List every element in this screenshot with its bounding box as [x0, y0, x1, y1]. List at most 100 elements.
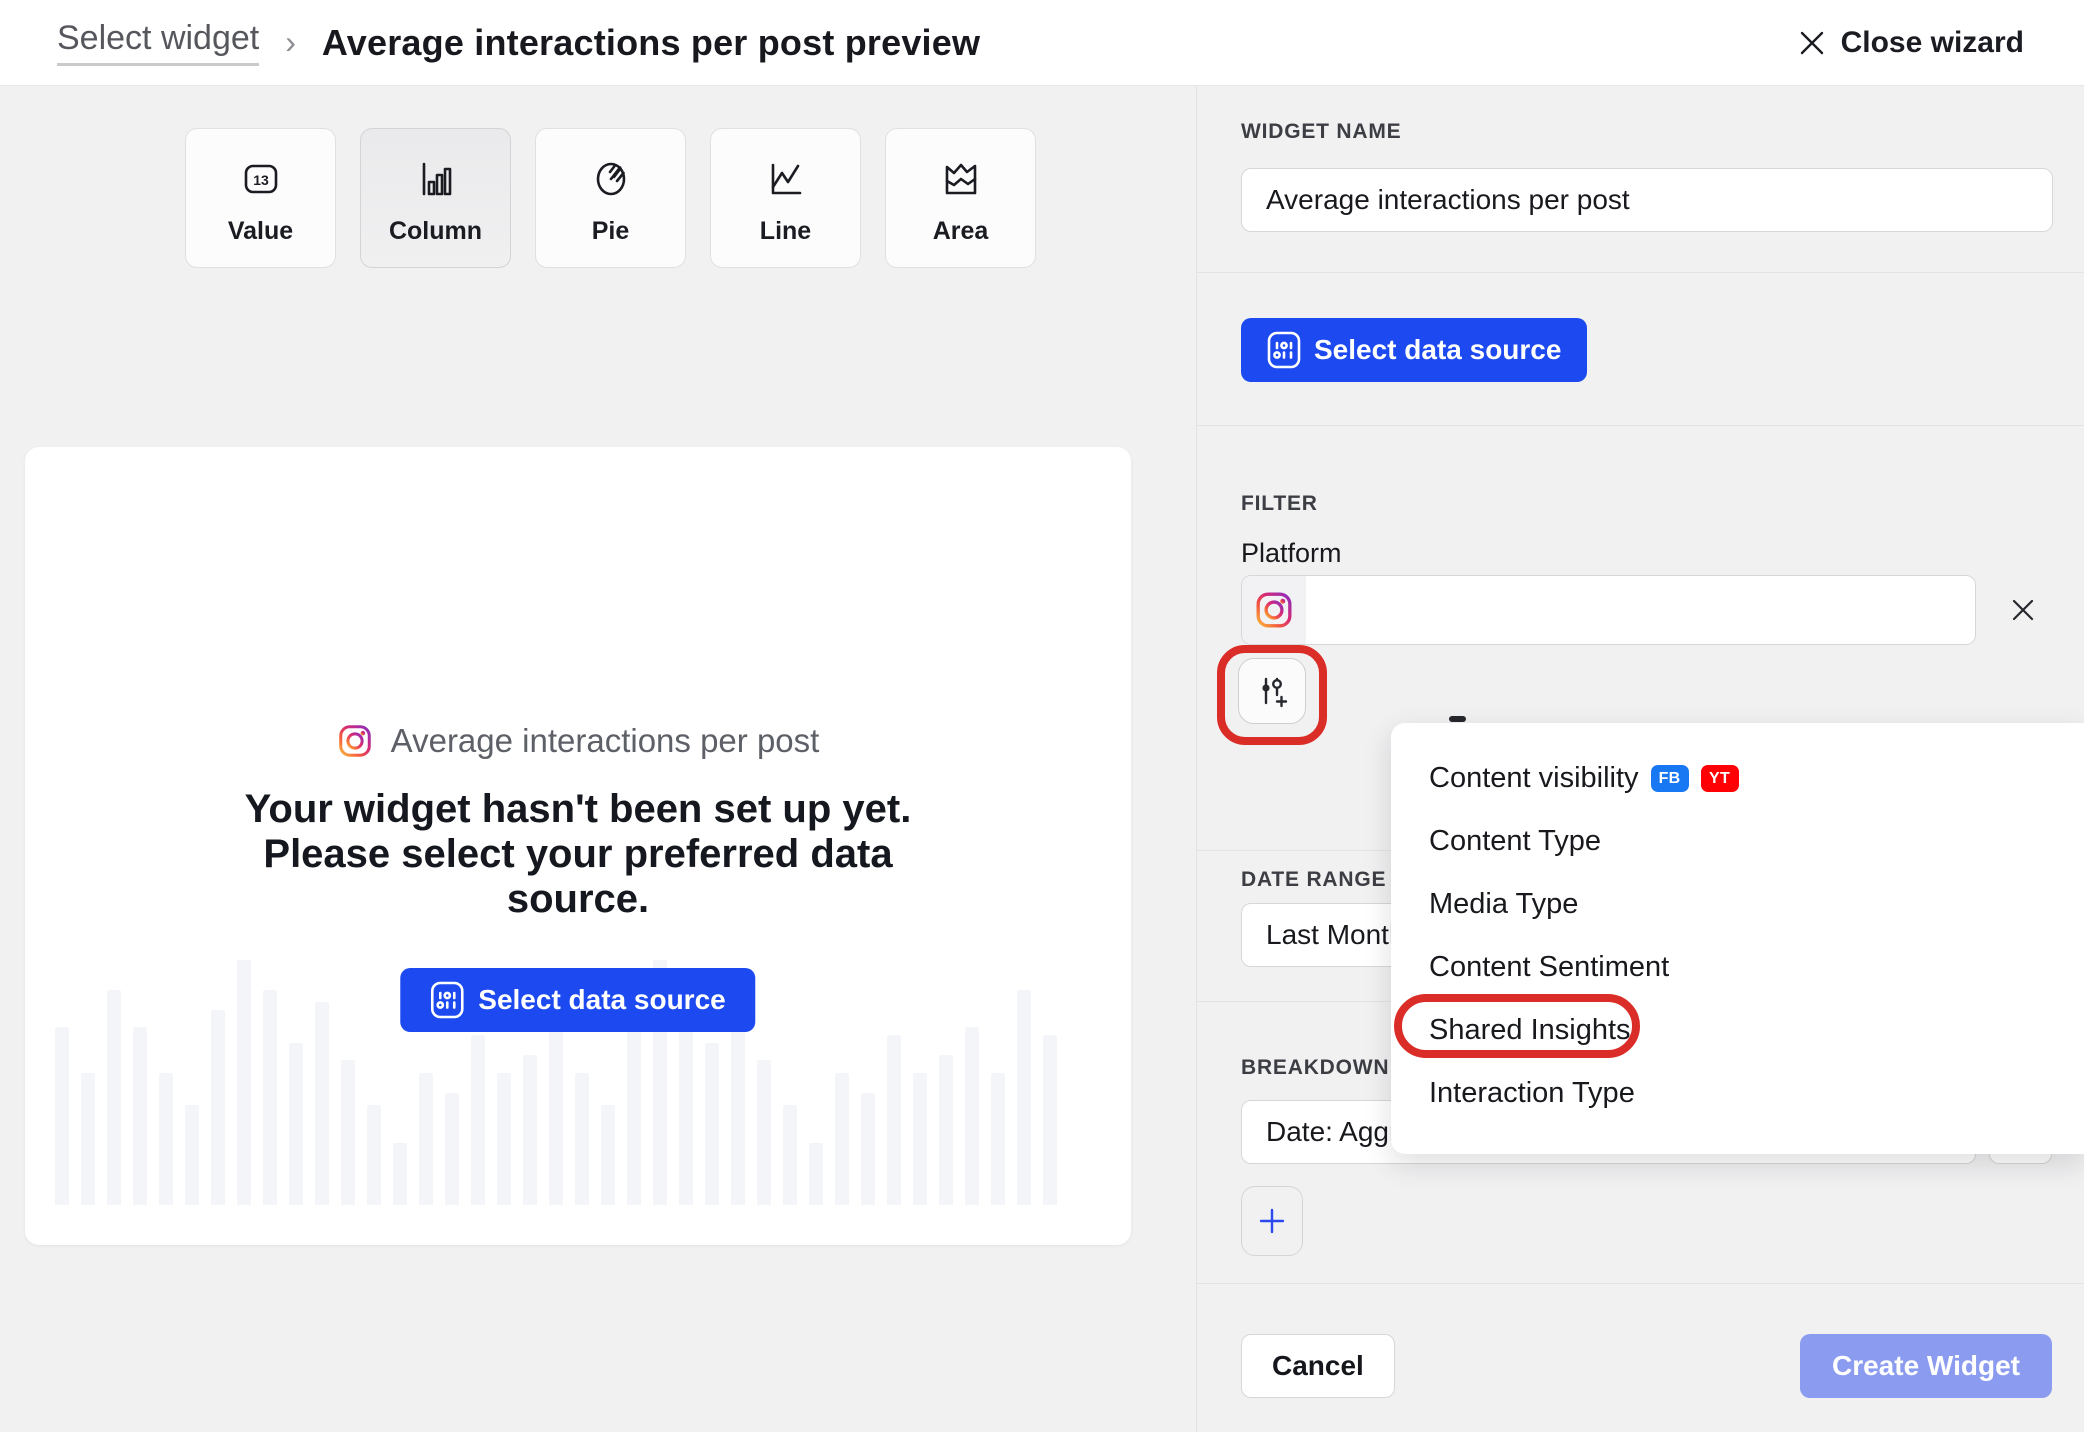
decorative-bar [237, 960, 251, 1205]
add-filter-button[interactable] [1238, 658, 1306, 724]
decorative-bar [393, 1143, 407, 1205]
remove-platform-filter-icon[interactable] [2010, 597, 2036, 623]
decorative-bar [445, 1093, 459, 1205]
menu-item-content-visibility[interactable]: Content visibility FB YT [1391, 747, 2084, 810]
menu-item-label: Content Type [1429, 825, 1601, 858]
decorative-bar [315, 1002, 329, 1205]
decorative-bar [913, 1073, 927, 1205]
breakdown-section-label: BREAKDOWN [1241, 1056, 1389, 1080]
decorative-bar [549, 1027, 563, 1205]
decorative-bar [133, 1027, 147, 1205]
close-icon [1798, 29, 1826, 57]
date-range-value: Last Month [1266, 919, 1405, 951]
close-wizard-label: Close wizard [1841, 26, 2024, 60]
widget-type-value[interactable]: 13Value [185, 128, 336, 268]
select-data-source-label: Select data source [478, 984, 725, 1016]
cancel-button[interactable]: Cancel [1241, 1334, 1395, 1398]
menu-item-shared-insights[interactable]: Shared Insights [1391, 999, 2084, 1062]
decorative-bar [731, 1002, 745, 1205]
close-wizard-button[interactable]: Close wizard [1798, 26, 2024, 60]
decorative-bar [939, 1055, 953, 1205]
decorative-bar [289, 1043, 303, 1205]
svg-text:13: 13 [253, 172, 269, 188]
instagram-icon [1254, 590, 1294, 630]
widget-type-pie[interactable]: Pie [535, 128, 686, 268]
decorative-bar [185, 1105, 199, 1205]
divider [1197, 425, 2084, 426]
menu-item-content-type[interactable]: Content Type [1391, 810, 2084, 873]
platform-label: Platform [1241, 538, 1342, 569]
decorative-bar [835, 1073, 849, 1205]
decorative-bar [55, 1027, 69, 1205]
divider [1197, 1283, 2084, 1284]
decorative-bar [601, 1105, 615, 1205]
decorative-bar [107, 990, 121, 1205]
decorative-bar [471, 1035, 485, 1205]
data-source-icon [1267, 331, 1301, 369]
menu-item-interaction-type[interactable]: Interaction Type [1391, 1062, 2084, 1125]
menu-item-content-sentiment[interactable]: Content Sentiment [1391, 936, 2084, 999]
add-breakdown-button[interactable] [1241, 1186, 1303, 1256]
decorative-bar [575, 1073, 589, 1205]
page-title: Average interactions per post preview [322, 22, 980, 64]
filter-section-label: FILTER [1241, 492, 1318, 516]
decorative-bar [523, 1055, 537, 1205]
decorative-bar [419, 1073, 433, 1205]
decorative-bar [809, 1143, 823, 1205]
decorative-bar [367, 1105, 381, 1205]
divider [1197, 272, 2084, 273]
empty-state-message: Your widget hasn't been set up yet. Plea… [25, 787, 1131, 922]
menu-item-media-type[interactable]: Media Type [1391, 873, 2084, 936]
select-data-source-label: Select data source [1314, 334, 1561, 366]
decorative-bar [263, 990, 277, 1205]
pie-icon [589, 157, 633, 201]
widget-type-area[interactable]: Area [885, 128, 1036, 268]
decorative-bar [211, 1010, 225, 1205]
decorative-bar [887, 1035, 901, 1205]
decorative-bar [965, 1027, 979, 1205]
widget-type-list: 13ValueColumn Pie Line Area [185, 128, 1036, 268]
decorative-bar [757, 1060, 771, 1205]
create-widget-button[interactable]: Create Widget [1800, 1334, 2052, 1398]
decorative-bar [1017, 990, 1031, 1205]
widget-type-label: Area [933, 217, 989, 246]
date-range-section-label: DATE RANGE [1241, 868, 1386, 892]
decorative-bar [991, 1073, 1005, 1205]
yt-badge: YT [1701, 765, 1739, 792]
breadcrumb-chevron-icon: › [285, 24, 296, 61]
menu-item-label: Content visibility [1429, 762, 1639, 795]
decorative-bar [783, 1105, 797, 1205]
filter-plus-icon [1254, 673, 1290, 709]
widget-type-label: Pie [592, 217, 630, 246]
fb-badge: FB [1651, 765, 1689, 792]
area-icon [939, 157, 983, 201]
value-icon: 13 [239, 157, 283, 201]
select-data-source-button-panel[interactable]: Select data source [1241, 318, 1587, 382]
plus-icon [1257, 1206, 1287, 1236]
widget-type-line[interactable]: Line [710, 128, 861, 268]
instagram-icon [337, 723, 373, 759]
data-source-icon [430, 981, 464, 1019]
widget-type-column[interactable]: Column [360, 128, 511, 268]
line-icon [764, 157, 808, 201]
widget-name-input[interactable] [1241, 168, 2053, 232]
platform-filter-field[interactable] [1241, 575, 1976, 645]
wizard-header: Select widget › Average interactions per… [0, 0, 2084, 86]
menu-item-label: Interaction Type [1429, 1077, 1635, 1110]
decorative-bar [341, 1060, 355, 1205]
column-icon [414, 157, 458, 201]
widget-name-section-label: WIDGET NAME [1241, 120, 1401, 144]
decorative-bar [627, 1010, 641, 1205]
menu-item-label: Shared Insights [1429, 1014, 1631, 1047]
decorative-bar [1043, 1035, 1057, 1205]
decorative-bar [497, 1073, 511, 1205]
menu-item-label: Content Sentiment [1429, 951, 1669, 984]
menu-item-label: Media Type [1429, 888, 1578, 921]
filter-dropdown-menu: Content visibility FB YT Content Type Media … [1391, 723, 2084, 1154]
clipped-menu-item-fragment [1449, 716, 1466, 722]
breadcrumb-select-widget[interactable]: Select widget [57, 19, 259, 66]
select-data-source-button-preview[interactable]: Select data source [400, 968, 755, 1032]
widget-preview-card: Average interactions per post Your widge… [25, 447, 1131, 1245]
decorative-bar [81, 1073, 95, 1205]
preview-widget-title: Average interactions per post [391, 722, 820, 760]
